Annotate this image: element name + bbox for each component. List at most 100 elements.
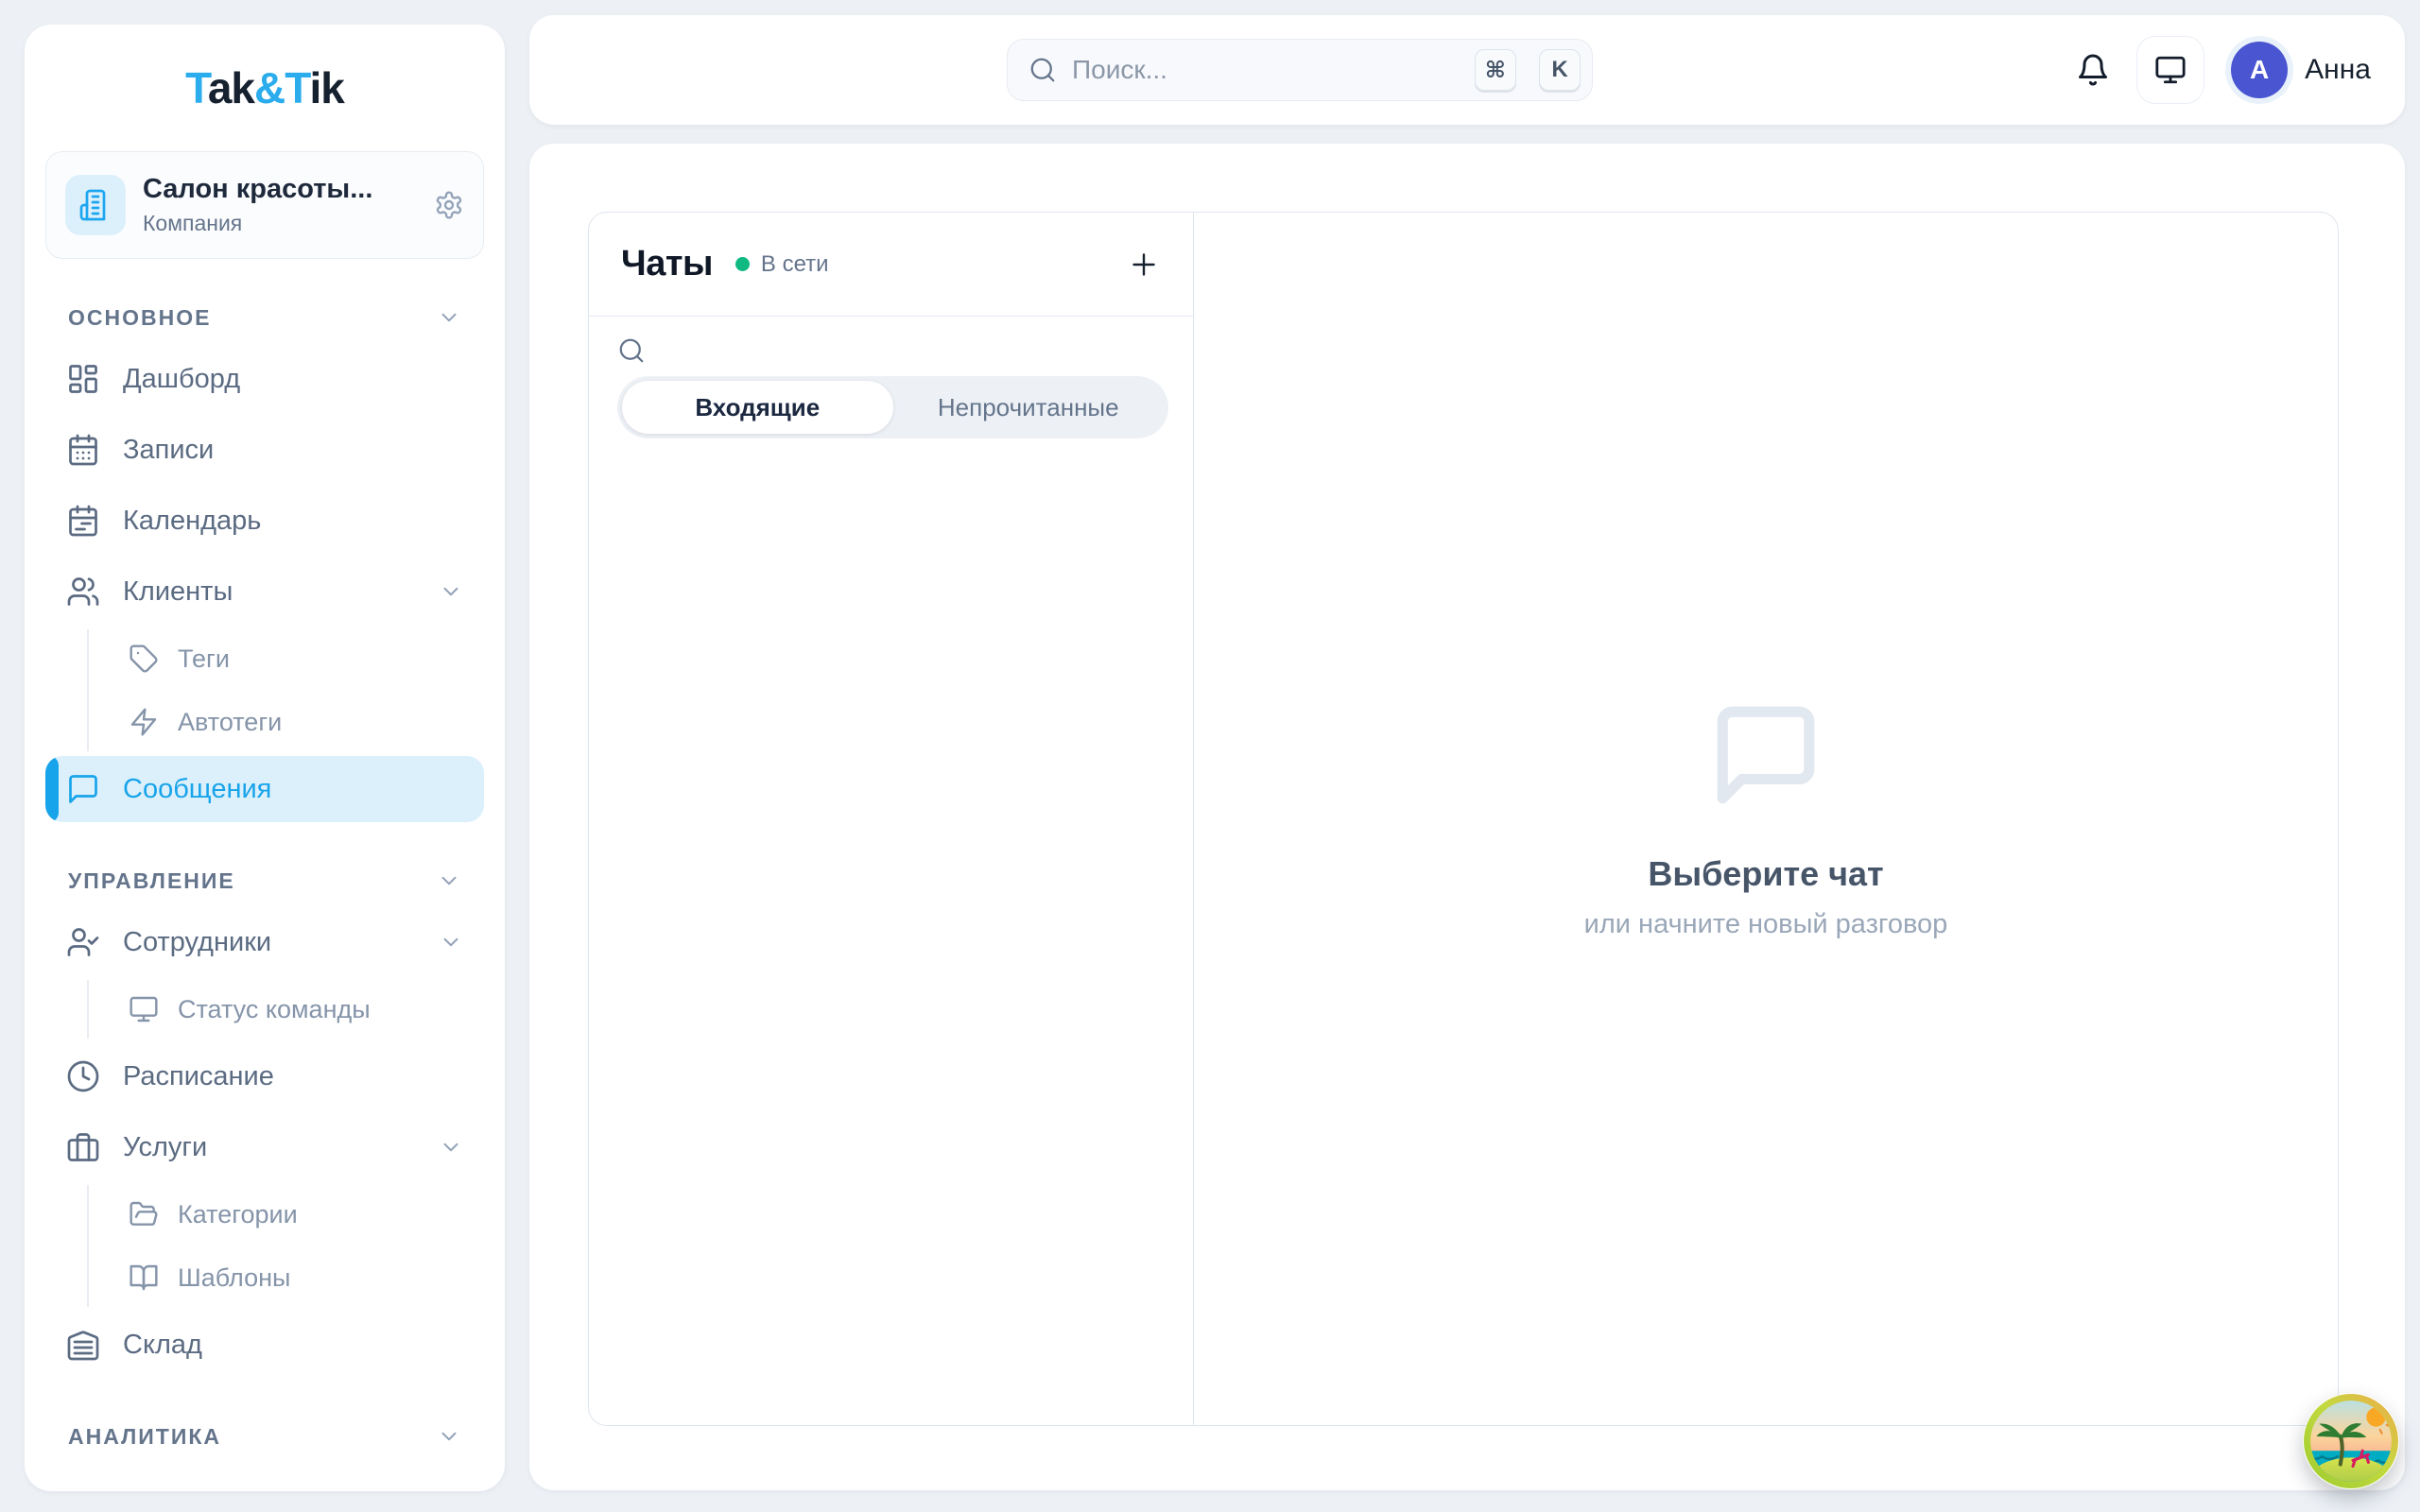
services-subgroup: Категории Шаблоны [87, 1185, 484, 1307]
gear-icon [434, 190, 464, 220]
user-check-icon [66, 925, 100, 959]
users-icon [66, 575, 100, 609]
calendar-range-icon [66, 504, 100, 538]
sidebar: Tak&Tik Салон красоты... Компания ОСНОВН… [25, 25, 505, 1491]
dashboard-icon [66, 362, 100, 396]
company-info: Салон красоты... Компания [143, 174, 417, 236]
tab-inbox[interactable]: Входящие [622, 381, 893, 434]
sidebar-item-label: Шаблоны [178, 1263, 290, 1293]
search-icon [1028, 56, 1057, 84]
sidebar-nav: ОСНОВНОЕ Дашборд Записи Календарь Клиент… [45, 302, 484, 1452]
logo-segment: & [254, 63, 285, 112]
search-input[interactable] [1072, 55, 1452, 85]
new-chat-button[interactable] [1127, 248, 1161, 282]
sidebar-item-warehouse[interactable]: Склад [45, 1312, 484, 1378]
chats-title: Чаты [621, 244, 713, 284]
messages-panel: Чаты В сети Входящие Непрочитанные [588, 212, 2339, 1426]
section-label: ОСНОВНОЕ [68, 305, 211, 331]
warehouse-icon [66, 1328, 100, 1362]
chevron-down-icon [437, 305, 461, 330]
online-status-dot [735, 257, 750, 271]
sidebar-item-messages[interactable]: Сообщения [45, 756, 484, 822]
sidebar-item-appointments[interactable]: Записи [45, 417, 484, 483]
empty-state-subtitle: или начните новый разговор [1584, 909, 1948, 940]
empty-state-title: Выберите чат [1648, 854, 1883, 894]
book-open-icon [129, 1263, 159, 1293]
keycap-k: K [1539, 49, 1581, 91]
sidebar-item-categories[interactable]: Категории [113, 1185, 484, 1244]
sidebar-item-dashboard[interactable]: Дашборд [45, 346, 484, 412]
section-header-analytics[interactable]: АНАЛИТИКА [49, 1421, 480, 1452]
company-switcher[interactable]: Салон красоты... Компания [45, 151, 484, 259]
sidebar-item-staff[interactable]: Сотрудники [45, 909, 484, 975]
online-status-label: В сети [761, 251, 829, 278]
plus-icon [1127, 248, 1161, 282]
palm-island-fab[interactable] [2303, 1393, 2399, 1489]
chat-bubble-icon [1708, 697, 1824, 813]
logo-segment: ik [310, 63, 344, 112]
company-settings-button[interactable] [434, 190, 464, 220]
sidebar-item-label: Склад [123, 1330, 202, 1361]
sidebar-item-label: Статус команды [178, 995, 371, 1024]
briefcase-icon [66, 1130, 100, 1164]
keycap-cmd: ⌘ [1475, 49, 1516, 91]
sidebar-item-services[interactable]: Услуги [45, 1114, 484, 1180]
chat-filter-tabs: Входящие Непрочитанные [617, 376, 1168, 438]
topbar-actions: А Анна [2076, 15, 2371, 125]
sidebar-item-label: Календарь [123, 506, 261, 537]
clock-icon [66, 1059, 100, 1093]
chat-list-column: Чаты В сети Входящие Непрочитанные [589, 213, 1194, 1425]
sidebar-item-label: Клиенты [123, 576, 233, 608]
logo-segment: ak [208, 63, 254, 112]
expand-chevron [439, 579, 463, 604]
section-header-main[interactable]: ОСНОВНОЕ [49, 302, 480, 333]
sidebar-item-templates[interactable]: Шаблоны [113, 1248, 484, 1307]
app-logo: Tak&Tik [45, 62, 484, 113]
avatar[interactable]: А [2231, 42, 2288, 98]
folder-open-icon [129, 1199, 159, 1229]
company-type: Компания [143, 211, 417, 236]
sidebar-item-label: Автотеги [178, 708, 282, 737]
chat-list[interactable] [589, 438, 1193, 1425]
section-label: УПРАВЛЕНИЕ [68, 868, 235, 894]
sidebar-item-tags[interactable]: Теги [113, 629, 484, 688]
calendar-days-icon [66, 433, 100, 467]
notifications-button[interactable] [2076, 53, 2110, 87]
sidebar-item-label: Дашборд [123, 364, 240, 395]
expand-chevron [439, 1135, 463, 1160]
sidebar-item-label: Услуги [123, 1132, 207, 1163]
zap-icon [129, 707, 159, 737]
sidebar-item-autotags[interactable]: Автотеги [113, 693, 484, 751]
sidebar-item-label: Категории [178, 1200, 298, 1229]
sidebar-item-calendar[interactable]: Календарь [45, 488, 484, 554]
logo-segment: T [285, 63, 309, 112]
section-header-management[interactable]: УПРАВЛЕНИЕ [49, 866, 480, 896]
sidebar-item-label: Записи [123, 435, 214, 466]
chevron-down-icon [437, 868, 461, 893]
user-name: Анна [2305, 54, 2371, 86]
section-label: АНАЛИТИКА [68, 1424, 221, 1450]
sidebar-item-label: Сотрудники [123, 927, 271, 958]
palm-island-icon [2303, 1393, 2399, 1489]
chevron-down-icon [439, 930, 463, 954]
user-menu[interactable]: А Анна [2231, 42, 2371, 98]
chat-search-input[interactable] [659, 335, 1165, 365]
chat-list-header: Чаты В сети [589, 213, 1193, 317]
sidebar-item-team-status[interactable]: Статус команды [113, 980, 484, 1039]
sidebar-item-schedule[interactable]: Расписание [45, 1043, 484, 1109]
expand-chevron [439, 930, 463, 954]
tab-unread[interactable]: Непрочитанные [893, 381, 1165, 434]
search-icon [617, 336, 646, 365]
topbar: ⌘ K А Анна [529, 15, 2405, 125]
conversation-area: Выберите чат или начните новый разговор [1194, 213, 2338, 1425]
monitor-icon [129, 994, 159, 1024]
message-square-icon [66, 772, 100, 806]
sidebar-item-label: Расписание [123, 1061, 274, 1092]
chat-search[interactable] [589, 317, 1193, 365]
chevron-down-icon [439, 1135, 463, 1160]
company-name: Салон красоты... [143, 174, 417, 205]
global-search[interactable]: ⌘ K [1007, 39, 1593, 101]
monitor-icon [2154, 54, 2187, 86]
display-mode-button[interactable] [2136, 36, 2204, 104]
sidebar-item-clients[interactable]: Клиенты [45, 558, 484, 625]
